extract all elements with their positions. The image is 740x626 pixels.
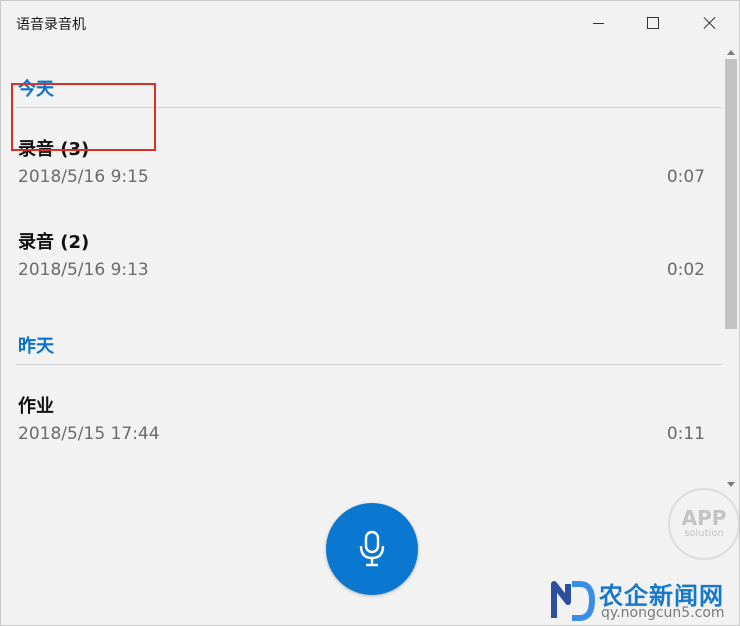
- recording-item[interactable]: 录音 (2) 2018/5/16 9:13 0:02: [1, 217, 723, 303]
- minimize-icon: [592, 22, 604, 24]
- recording-item[interactable]: 作业 2018/5/15 17:44 0:11: [1, 381, 723, 467]
- app-title: 语音录音机: [16, 17, 86, 33]
- recording-name: 作业: [18, 396, 54, 417]
- recording-duration: 0:02: [666, 260, 705, 280]
- vertical-scrollbar[interactable]: [723, 45, 739, 497]
- recording-date: 2018/5/15 17:44: [18, 424, 160, 444]
- maximize-button[interactable]: [624, 1, 682, 45]
- record-button[interactable]: [326, 503, 418, 595]
- divider: [16, 364, 722, 365]
- recording-date: 2018/5/16 9:13: [18, 260, 149, 280]
- group-header-yesterday: 昨天: [18, 336, 54, 357]
- microphone-icon: [359, 530, 385, 567]
- title-bar[interactable]: 语音录音机: [1, 1, 739, 45]
- app-solution-watermark: APP solution: [668, 488, 740, 560]
- recording-duration: 0:11: [666, 424, 705, 444]
- scroll-up-icon[interactable]: [727, 50, 735, 55]
- maximize-icon: [647, 17, 659, 29]
- minimize-button[interactable]: [569, 1, 627, 45]
- scrollbar-thumb[interactable]: [725, 59, 737, 329]
- recording-date: 2018/5/16 9:15: [18, 167, 149, 187]
- close-icon: [703, 16, 717, 30]
- site-watermark: 农企新闻网 qy.nongcun5.com: [545, 575, 740, 626]
- recording-name: 录音 (2): [18, 232, 90, 253]
- voice-recorder-window: 语音录音机 今天 录音 (3) 2018/5/16 9:15 0:07 录音 (…: [0, 0, 740, 626]
- recording-duration: 0:07: [666, 167, 705, 187]
- close-button[interactable]: [681, 1, 739, 45]
- scroll-down-icon[interactable]: [727, 482, 735, 487]
- site-logo-icon: [551, 581, 596, 621]
- highlight-box: [11, 83, 156, 151]
- site-url: qy.nongcun5.com: [601, 605, 725, 621]
